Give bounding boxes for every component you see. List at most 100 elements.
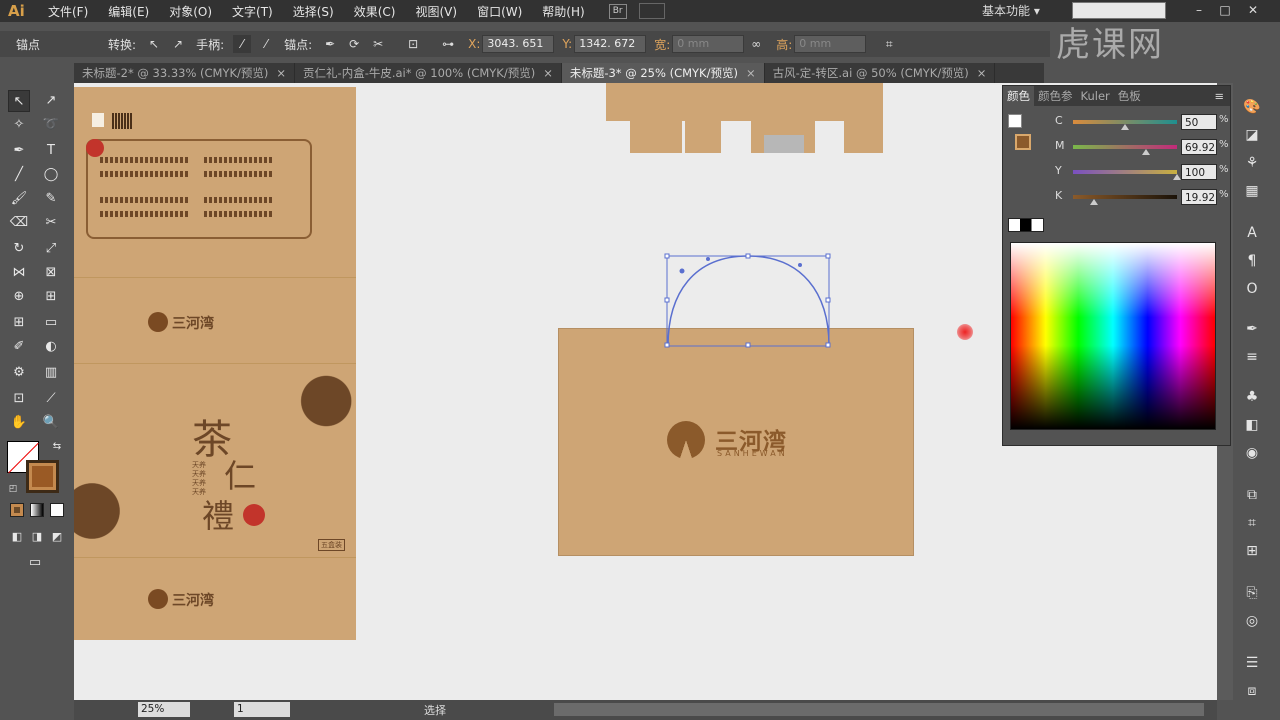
pencil-tool-icon[interactable]: ✎: [40, 188, 62, 210]
menu-window[interactable]: 窗口(W): [467, 3, 532, 20]
height-field[interactable]: 0 mm: [794, 35, 867, 53]
selected-path[interactable]: [664, 253, 834, 353]
slice-tool-icon[interactable]: ⟋: [40, 388, 62, 410]
rotate-tool-icon[interactable]: ↻: [8, 238, 30, 260]
color-panel-icon[interactable]: 🎨: [1241, 96, 1263, 118]
width-field[interactable]: 0 mm: [672, 35, 745, 53]
slider-thumb[interactable]: [1089, 199, 1098, 205]
stroke-color-icon[interactable]: [1015, 134, 1031, 150]
layers-panel-icon[interactable]: ☰: [1241, 652, 1263, 674]
none-black-white-icon[interactable]: [1008, 218, 1044, 232]
menu-type[interactable]: 文字(T): [222, 3, 283, 20]
magic-wand-tool-icon[interactable]: ✧: [8, 114, 30, 136]
box-face[interactable]: 三河湾 SANHEWAN: [558, 328, 914, 556]
tab-gongrenli[interactable]: 贡仁礼-内盒-牛皮.ai* @ 100% (CMYK/预览) ×: [295, 63, 562, 83]
slider-thumb[interactable]: [1141, 149, 1150, 155]
horizontal-scrollbar[interactable]: [554, 703, 1204, 716]
bridge-button[interactable]: Br: [608, 3, 627, 19]
eraser-tool-icon[interactable]: ⌫: [8, 212, 30, 234]
default-fill-stroke-icon[interactable]: ◰: [2, 478, 24, 500]
none-mode-icon[interactable]: [50, 503, 64, 517]
scissors-tool-icon[interactable]: ✂: [40, 212, 62, 234]
transform-panel-icon[interactable]: ⌗: [1241, 512, 1263, 534]
slider-track[interactable]: [1073, 145, 1177, 149]
selection-tool-icon[interactable]: ↖: [8, 90, 30, 112]
page-field[interactable]: 1: [234, 702, 290, 717]
stroke-swatch[interactable]: [26, 460, 59, 493]
cut-path-icon[interactable]: ✂: [369, 35, 387, 53]
tab-untitled-3[interactable]: 未标题-3* @ 25% (CMYK/预览) ×: [561, 63, 765, 83]
transform-icon[interactable]: ⌗: [880, 35, 898, 53]
links-panel-icon[interactable]: ⎘: [1241, 582, 1263, 604]
y-field[interactable]: 1342. 672: [574, 35, 647, 53]
tab-color[interactable]: 颜色: [1003, 86, 1034, 106]
ellipse-tool-icon[interactable]: ◯: [40, 164, 62, 186]
connect-anchor-icon[interactable]: ⟳: [345, 35, 363, 53]
menu-object[interactable]: 对象(O): [159, 3, 222, 20]
hide-handles-icon[interactable]: ⁄: [257, 35, 275, 53]
direct-selection-tool-icon[interactable]: ↗: [40, 90, 62, 112]
slider-magenta[interactable]: M 69.92 %: [1055, 139, 1230, 155]
opentype-panel-icon[interactable]: O: [1241, 278, 1263, 300]
constrain-link-icon[interactable]: ∞: [747, 35, 765, 53]
x-field[interactable]: 3043. 651: [482, 35, 555, 53]
black-value[interactable]: 19.92: [1181, 189, 1217, 205]
symbols-panel-icon[interactable]: ♣: [1241, 386, 1263, 408]
paragraph-panel-icon[interactable]: ¶: [1241, 250, 1263, 272]
menu-edit[interactable]: 编辑(E): [98, 3, 159, 20]
panel-menu-icon[interactable]: ≡: [1214, 89, 1230, 103]
swap-fill-stroke-icon[interactable]: ⇆: [46, 436, 68, 458]
reference-point-icon[interactable]: ⊶: [439, 35, 457, 53]
free-transform-tool-icon[interactable]: ⊠: [40, 262, 62, 284]
align-panel-icon[interactable]: ⊞: [1241, 540, 1263, 562]
menu-file[interactable]: 文件(F): [38, 3, 98, 20]
mesh-tool-icon[interactable]: ⊞: [8, 312, 30, 334]
gradient-mode-icon[interactable]: [30, 503, 44, 517]
scale-tool-icon[interactable]: ⤢: [40, 238, 62, 260]
menu-help[interactable]: 帮助(H): [532, 3, 594, 20]
graphic-styles-panel-icon[interactable]: ◉: [1241, 442, 1263, 464]
eyedropper-tool-icon[interactable]: ✐: [8, 336, 30, 358]
gradient-tool-icon[interactable]: ▭: [40, 312, 62, 334]
pen-tool-icon[interactable]: ✒: [8, 140, 30, 162]
slider-black[interactable]: K 19.92 %: [1055, 189, 1230, 205]
shape-builder-tool-icon[interactable]: ⊕: [8, 286, 30, 308]
zoom-tool-icon[interactable]: 🔍: [40, 412, 62, 434]
tab-close-icon[interactable]: ×: [977, 66, 987, 80]
arrange-documents-button[interactable]: [638, 3, 665, 19]
slider-thumb[interactable]: [1173, 174, 1181, 180]
draw-behind-icon[interactable]: ◨: [26, 526, 48, 548]
cyan-value[interactable]: 50: [1181, 114, 1217, 130]
draw-inside-icon[interactable]: ◩: [46, 526, 68, 548]
show-handles-icon[interactable]: ⁄: [233, 35, 252, 53]
magenta-value[interactable]: 69.92: [1181, 139, 1217, 155]
maximize-icon[interactable]: □: [1212, 0, 1238, 20]
screen-mode-icon[interactable]: ▭: [24, 552, 46, 574]
menu-view[interactable]: 视图(V): [405, 3, 467, 20]
line-tool-icon[interactable]: ╱: [8, 164, 30, 186]
workspace-switcher[interactable]: 基本功能 ▾: [982, 0, 1040, 22]
width-tool-icon[interactable]: ⋈: [8, 262, 30, 284]
appearance-panel-icon[interactable]: ⚘: [1241, 152, 1263, 174]
artboard-tool-icon[interactable]: ⊡: [8, 388, 30, 410]
isolate-icon[interactable]: ⊡: [404, 35, 422, 53]
gradient-panel-icon[interactable]: ◪: [1241, 124, 1263, 146]
close-icon[interactable]: ✕: [1240, 0, 1266, 20]
tab-color-guide[interactable]: 颜色参: [1034, 88, 1077, 104]
tab-gufeng[interactable]: 古风-定-转区.ai @ 50% (CMYK/预览) ×: [765, 63, 996, 83]
tab-kuler[interactable]: Kuler: [1077, 89, 1114, 103]
color-mode-icon[interactable]: [10, 503, 24, 517]
navigator-panel-icon[interactable]: ◎: [1241, 610, 1263, 632]
tab-untitled-2[interactable]: 未标题-2* @ 33.33% (CMYK/预览) ×: [74, 63, 296, 83]
blend-tool-icon[interactable]: ◐: [40, 336, 62, 358]
character-panel-icon[interactable]: A: [1241, 222, 1263, 244]
tab-swatches[interactable]: 色板: [1114, 88, 1145, 104]
menu-effect[interactable]: 效果(C): [344, 3, 406, 20]
column-graph-tool-icon[interactable]: ▥: [40, 362, 62, 384]
help-search-input[interactable]: [1072, 2, 1166, 19]
pathfinder-panel-icon[interactable]: ⧉: [1241, 484, 1263, 506]
artboards-panel-icon[interactable]: ⧈: [1241, 680, 1263, 702]
slider-thumb[interactable]: [1121, 124, 1129, 130]
remove-anchor-icon[interactable]: ✒: [321, 35, 339, 53]
slider-yellow[interactable]: Y 100 %: [1055, 164, 1230, 180]
